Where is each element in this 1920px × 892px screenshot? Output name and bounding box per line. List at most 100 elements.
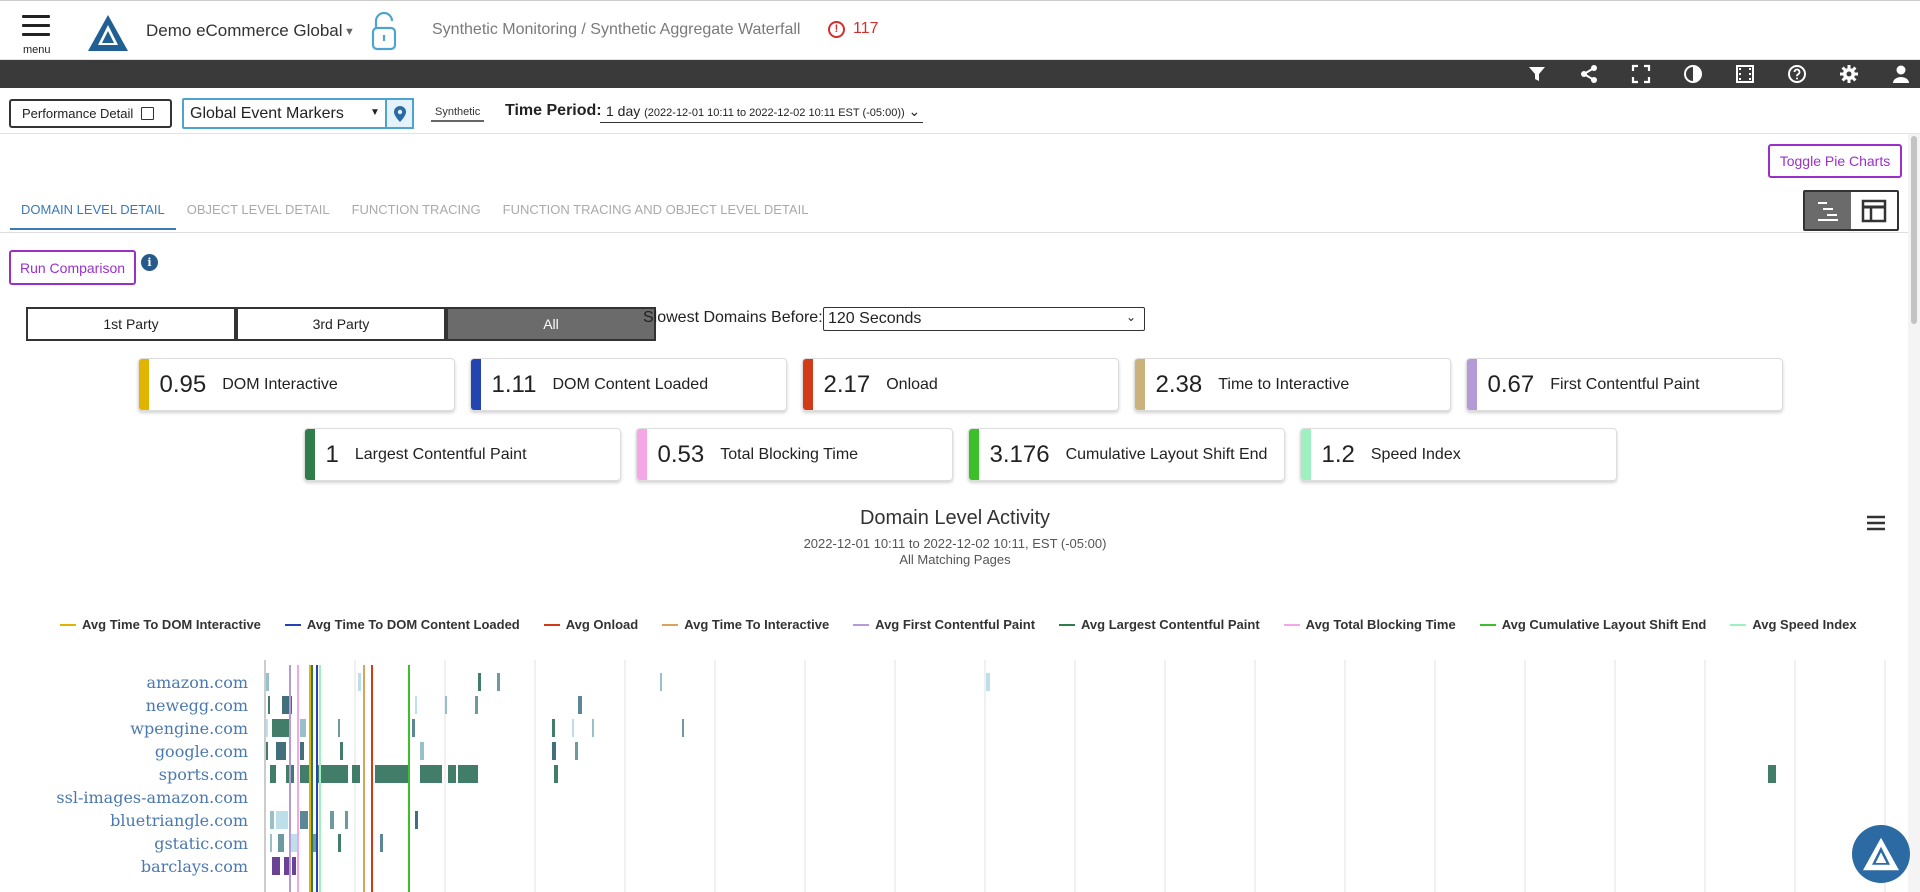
- tab-object-level-detail[interactable]: OBJECT LEVEL DETAIL: [176, 194, 341, 230]
- legend-item[interactable]: Avg First Contentful Paint: [853, 617, 1035, 632]
- legend-item[interactable]: Avg Largest Contentful Paint: [1059, 617, 1260, 632]
- party-filter: 1st Party 3rd Party All: [26, 307, 656, 341]
- domain-label: newegg.com: [146, 696, 248, 715]
- slowest-domains-value: 120 Seconds: [828, 310, 922, 327]
- legend-swatch: [1479, 623, 1496, 626]
- contrast-icon[interactable]: [1682, 63, 1704, 85]
- activity-bar: [290, 834, 298, 852]
- legend-swatch: [543, 623, 560, 626]
- film-icon[interactable]: [1734, 63, 1756, 85]
- event-markers-select[interactable]: Global Event Markers ▼: [182, 98, 414, 129]
- gear-icon[interactable]: [1838, 63, 1860, 85]
- waterfall-view-icon[interactable]: [1805, 192, 1851, 229]
- activity-bar: [300, 811, 308, 829]
- activity-bar: [340, 742, 343, 760]
- toggle-pie-charts-button[interactable]: Toggle Pie Charts: [1768, 144, 1902, 178]
- legend-item[interactable]: Avg Time To Interactive: [662, 617, 829, 632]
- activity-bar: [270, 765, 276, 783]
- app-switcher-caret-icon[interactable]: ▼: [344, 26, 355, 38]
- metric-card: 1 Largest Contentful Paint: [303, 428, 621, 481]
- legend-item[interactable]: Avg Cumulative Layout Shift End: [1479, 617, 1706, 632]
- info-icon[interactable]: i: [141, 254, 158, 271]
- app-name[interactable]: Demo eCommerce Global: [146, 21, 343, 41]
- activity-bar: [338, 719, 340, 737]
- blue-triangle-logo-icon: [1863, 837, 1899, 871]
- time-period-select[interactable]: 1 day (2022-12-01 10:11 to 2022-12-02 10…: [600, 103, 924, 123]
- activity-bar: [272, 857, 280, 875]
- activity-bar: [497, 673, 500, 691]
- tab-domain-level-detail[interactable]: DOMAIN LEVEL DETAIL: [10, 194, 176, 230]
- legend-label: Avg Time To DOM Content Loaded: [306, 617, 520, 632]
- activity-bar: [415, 696, 417, 714]
- activity-bar: [478, 673, 481, 691]
- chart-menu-icon[interactable]: [1866, 515, 1886, 536]
- page-scrollbar[interactable]: [1908, 134, 1920, 892]
- legend-swatch: [1059, 623, 1076, 626]
- activity-bar: [268, 696, 270, 714]
- activity-bar: [575, 742, 578, 760]
- synthetic-tag[interactable]: Synthetic: [431, 106, 485, 122]
- tab-function-tracing[interactable]: FUNCTION TRACING: [341, 194, 492, 230]
- metric-label: DOM Interactive: [222, 375, 338, 393]
- domain-label: amazon.com: [147, 673, 248, 692]
- top-bar: menu Demo eCommerce Global ▼ Synthetic M…: [0, 0, 1920, 60]
- legend-label: Avg First Contentful Paint: [875, 617, 1036, 632]
- legend-swatch: [60, 623, 76, 626]
- chart-title: Domain Level Activity: [859, 507, 1051, 529]
- scrollbar-thumb[interactable]: [1911, 136, 1917, 324]
- help-icon[interactable]: [1786, 63, 1808, 85]
- filter-icon[interactable]: [1526, 63, 1548, 85]
- legend-swatch: [1283, 623, 1300, 626]
- toolbar: [0, 60, 1920, 88]
- metric-card: 1.11 DOM Content Loaded: [469, 358, 787, 411]
- blue-triangle-logo[interactable]: [86, 13, 130, 58]
- table-view-icon[interactable]: [1851, 192, 1897, 229]
- activity-bar: [300, 742, 304, 760]
- activity-bar: [448, 765, 456, 783]
- alert-count: 117: [853, 20, 879, 37]
- tab-divider: [0, 232, 1908, 233]
- legend-item[interactable]: Avg Total Blocking Time: [1283, 617, 1456, 632]
- activity-bar: [552, 719, 555, 737]
- metric-value: 2.17: [823, 370, 871, 398]
- metric-card: 0.67 First Contentful Paint: [1465, 358, 1783, 411]
- map-pin-icon[interactable]: [385, 98, 414, 129]
- calendar-icon: [141, 107, 155, 120]
- unlock-icon[interactable]: [370, 11, 398, 58]
- activity-bar: [266, 719, 268, 737]
- all-party-button[interactable]: All: [446, 307, 656, 341]
- chart-subtitle-pages: All Matching Pages: [899, 552, 1011, 567]
- third-party-button[interactable]: 3rd Party: [236, 307, 446, 341]
- activity-bar: [318, 765, 348, 783]
- tab-function-tracing-object-level[interactable]: FUNCTION TRACING AND OBJECT LEVEL DETAIL: [492, 194, 820, 230]
- alert-indicator[interactable]: ! 117: [828, 20, 879, 38]
- activity-bar: [986, 673, 990, 691]
- share-icon[interactable]: [1578, 63, 1600, 85]
- metric-color-stripe: [802, 359, 813, 410]
- activity-bar: [278, 834, 284, 852]
- performance-detail-button[interactable]: Performance Detail: [9, 99, 172, 128]
- run-comparison-button[interactable]: Run Comparison: [9, 250, 136, 285]
- activity-bar: [300, 765, 310, 783]
- slowest-domains-label: Slowest Domains Before:: [643, 309, 823, 326]
- user-icon[interactable]: [1890, 63, 1912, 85]
- assistant-fab-button[interactable]: [1852, 825, 1910, 883]
- menu-label: menu: [23, 44, 51, 56]
- view-toggle: [1803, 190, 1899, 231]
- legend-swatch: [853, 623, 870, 626]
- metric-card: 0.95 DOM Interactive: [137, 358, 455, 411]
- legend-label: Avg Largest Contentful Paint: [1081, 617, 1260, 632]
- fullscreen-icon[interactable]: [1630, 63, 1652, 85]
- legend-item[interactable]: Avg Time To DOM Interactive: [60, 617, 261, 632]
- chevron-down-icon: ▼: [370, 107, 380, 118]
- legend-item[interactable]: Avg Time To DOM Content Loaded: [284, 617, 520, 632]
- domain-label: barclays.com: [141, 857, 248, 876]
- legend-item[interactable]: Avg Onload: [543, 617, 638, 632]
- activity-bar: [458, 765, 478, 783]
- slowest-domains-select[interactable]: 120 Seconds ⌄: [823, 307, 1145, 331]
- menu-button[interactable]: menu: [22, 15, 54, 56]
- activity-bar: [300, 719, 306, 737]
- metric-label: Speed Index: [1370, 445, 1461, 463]
- legend-item[interactable]: Avg Speed Index: [1730, 617, 1857, 632]
- first-party-button[interactable]: 1st Party: [26, 307, 236, 341]
